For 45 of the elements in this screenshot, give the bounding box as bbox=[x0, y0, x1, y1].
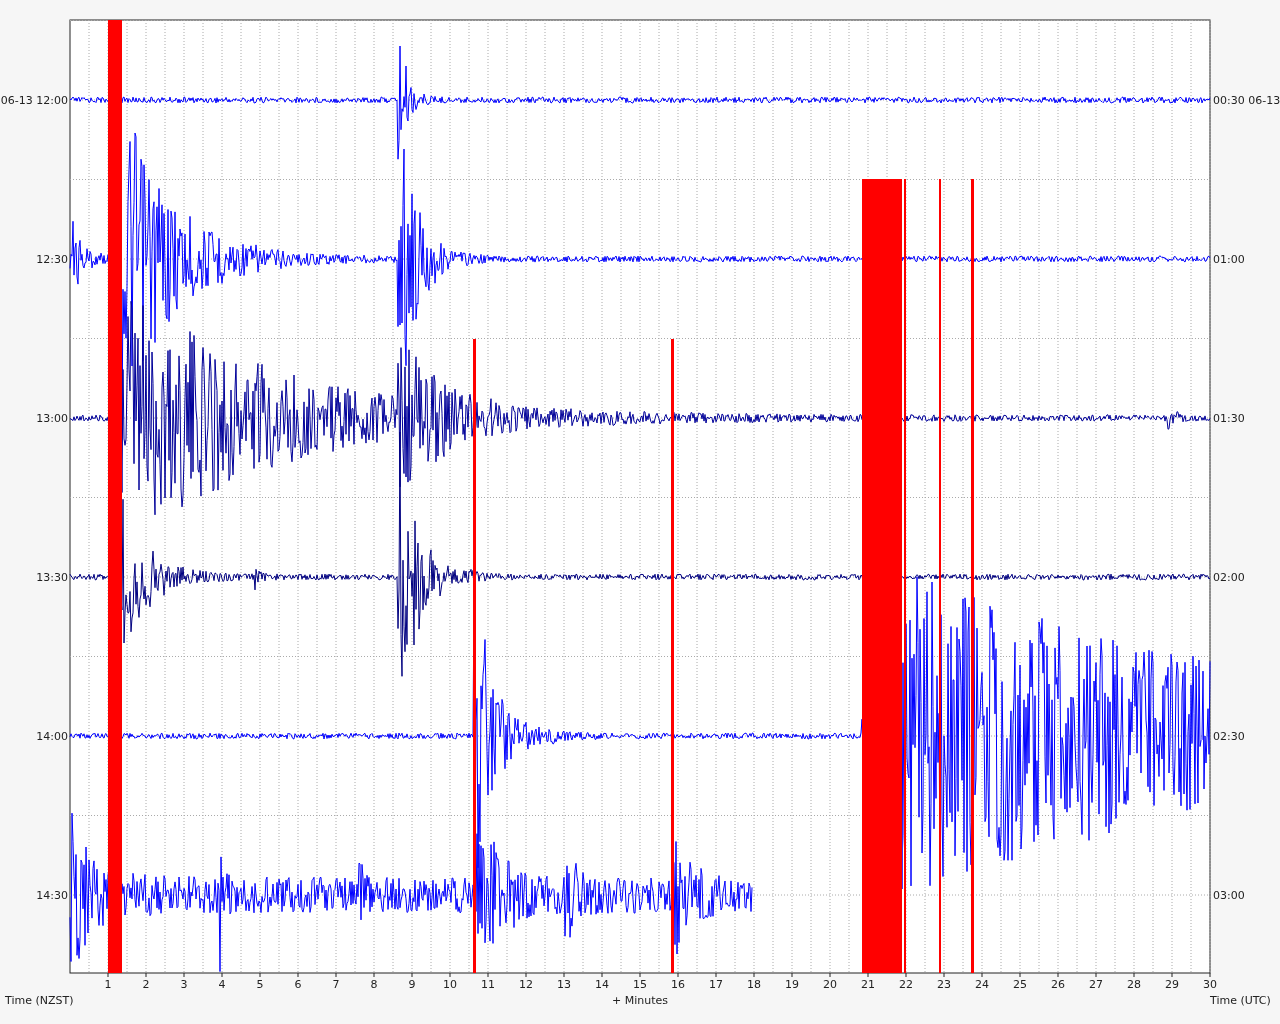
minute-tick-label: 7 bbox=[332, 978, 340, 991]
minute-tick-label: 21 bbox=[861, 978, 875, 991]
time-label: 00:30 06-13 bbox=[1213, 94, 1280, 107]
time-label: 01:00 bbox=[1213, 253, 1245, 266]
time-label: 14:30 bbox=[36, 889, 68, 902]
time-label: 01:30 bbox=[1213, 412, 1245, 425]
minute-tick-label: 28 bbox=[1127, 978, 1141, 991]
minute-tick-label: 25 bbox=[1013, 978, 1027, 991]
minute-tick-label: 3 bbox=[180, 978, 188, 991]
time-label: 12:30 bbox=[36, 253, 68, 266]
minute-tick-label: 22 bbox=[899, 978, 913, 991]
minute-tick-label: 5 bbox=[256, 978, 264, 991]
minute-tick-label: 23 bbox=[937, 978, 951, 991]
minute-tick-label: 6 bbox=[294, 978, 302, 991]
minute-tick-label: 9 bbox=[408, 978, 416, 991]
minute-tick-label: 12 bbox=[519, 978, 533, 991]
minute-tick-label: 20 bbox=[823, 978, 837, 991]
minute-tick-label: 11 bbox=[481, 978, 495, 991]
minute-tick-label: 19 bbox=[785, 978, 799, 991]
minute-tick-label: 26 bbox=[1051, 978, 1065, 991]
time-label: 13:00 bbox=[36, 412, 68, 425]
minute-tick-label: 27 bbox=[1089, 978, 1103, 991]
axis-label: Time (UTC) bbox=[1210, 994, 1271, 1007]
minute-tick-label: 15 bbox=[633, 978, 647, 991]
minute-tick-label: 18 bbox=[747, 978, 761, 991]
axis-label: Time (NZST) bbox=[5, 994, 74, 1007]
minute-tick-label: 17 bbox=[709, 978, 723, 991]
minute-tick-label: 2 bbox=[142, 978, 150, 991]
minute-tick-label: 13 bbox=[557, 978, 571, 991]
minute-tick-label: 16 bbox=[671, 978, 685, 991]
minute-tick-label: 10 bbox=[443, 978, 457, 991]
axis-label: + Minutes bbox=[612, 994, 668, 1007]
time-label: 06-13 12:00 bbox=[0, 94, 68, 107]
time-label: 14:00 bbox=[36, 730, 68, 743]
minute-tick-label: 1 bbox=[104, 978, 112, 991]
time-label: 03:00 bbox=[1213, 889, 1245, 902]
minute-tick-label: 24 bbox=[975, 978, 989, 991]
time-label: 02:00 bbox=[1213, 571, 1245, 584]
minute-tick-label: 4 bbox=[218, 978, 226, 991]
minute-tick-label: 8 bbox=[370, 978, 378, 991]
time-label: 13:30 bbox=[36, 571, 68, 584]
minute-tick-label: 30 bbox=[1203, 978, 1217, 991]
minute-tick-label: 29 bbox=[1165, 978, 1179, 991]
minute-tick-label: 14 bbox=[595, 978, 609, 991]
time-label: 02:30 bbox=[1213, 730, 1245, 743]
